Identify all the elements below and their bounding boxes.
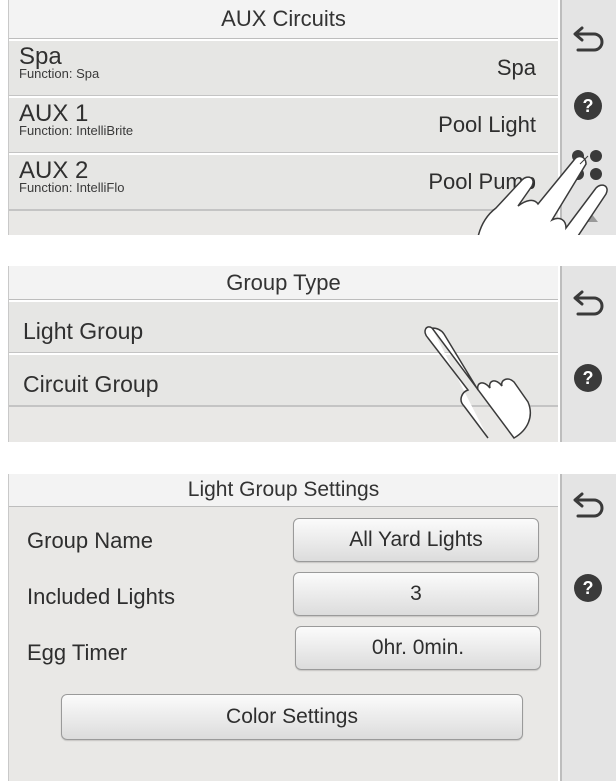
back-arrow-icon[interactable] — [572, 488, 606, 518]
group-option-light[interactable]: Light Group — [9, 300, 558, 354]
help-icon[interactable]: ? — [574, 364, 602, 392]
aux-circuits-list: AUX Circuits Spa Function: Spa Spa AUX 1… — [8, 0, 558, 235]
circuit-row-aux2[interactable]: AUX 2 Function: IntelliFlo Pool Pump — [9, 153, 558, 211]
circuit-value: Pool Pump — [428, 169, 536, 194]
group-name-label: Group Name — [27, 528, 153, 553]
back-arrow-icon[interactable] — [572, 22, 606, 52]
included-lights-label: Included Lights — [27, 584, 175, 609]
aux-circuits-panel: AUX Circuits Spa Function: Spa Spa AUX 1… — [0, 0, 616, 235]
help-icon[interactable]: ? — [574, 574, 602, 602]
panel-title: Group Type — [9, 266, 558, 300]
panel-title: Light Group Settings — [9, 474, 558, 507]
circuit-value: Spa — [496, 55, 536, 80]
light-group-settings-form: Light Group Settings Group Name All Yard… — [8, 474, 558, 781]
circuit-row-spa[interactable]: Spa Function: Spa Spa — [9, 39, 558, 97]
circuit-function: Function: Spa — [19, 66, 100, 81]
panel-title: AUX Circuits — [9, 0, 558, 39]
circuit-function: Function: IntelliBrite — [19, 123, 134, 138]
circuit-row-aux1[interactable]: AUX 1 Function: IntelliBrite Pool Light — [9, 96, 558, 154]
light-group-settings-panel: Light Group Settings Group Name All Yard… — [0, 474, 616, 781]
group-option-label: Circuit Group — [23, 371, 159, 397]
group-type-panel: Group Type Light Group Circuit Group ? — [0, 266, 616, 442]
egg-timer-button[interactable]: 0hr. 0min. — [295, 626, 541, 670]
back-arrow-icon[interactable] — [572, 286, 606, 316]
more-options-icon[interactable] — [568, 148, 608, 192]
circuit-value: Pool Light — [438, 112, 536, 137]
egg-timer-label: Egg Timer — [27, 640, 128, 665]
group-name-button[interactable]: All Yard Lights — [293, 518, 539, 562]
aux-sidebar: ? — [560, 0, 616, 235]
scroll-up-icon[interactable] — [572, 206, 602, 226]
group-option-label: Light Group — [23, 318, 144, 344]
group-type-sidebar: ? — [560, 266, 616, 442]
help-icon[interactable]: ? — [574, 92, 602, 120]
light-group-sidebar: ? — [560, 474, 616, 781]
color-settings-button[interactable]: Color Settings — [61, 694, 523, 740]
group-type-list: Group Type Light Group Circuit Group — [8, 266, 558, 442]
circuit-function: Function: IntelliFlo — [19, 180, 125, 195]
group-option-circuit[interactable]: Circuit Group — [9, 353, 558, 407]
included-lights-button[interactable]: 3 — [293, 572, 539, 616]
